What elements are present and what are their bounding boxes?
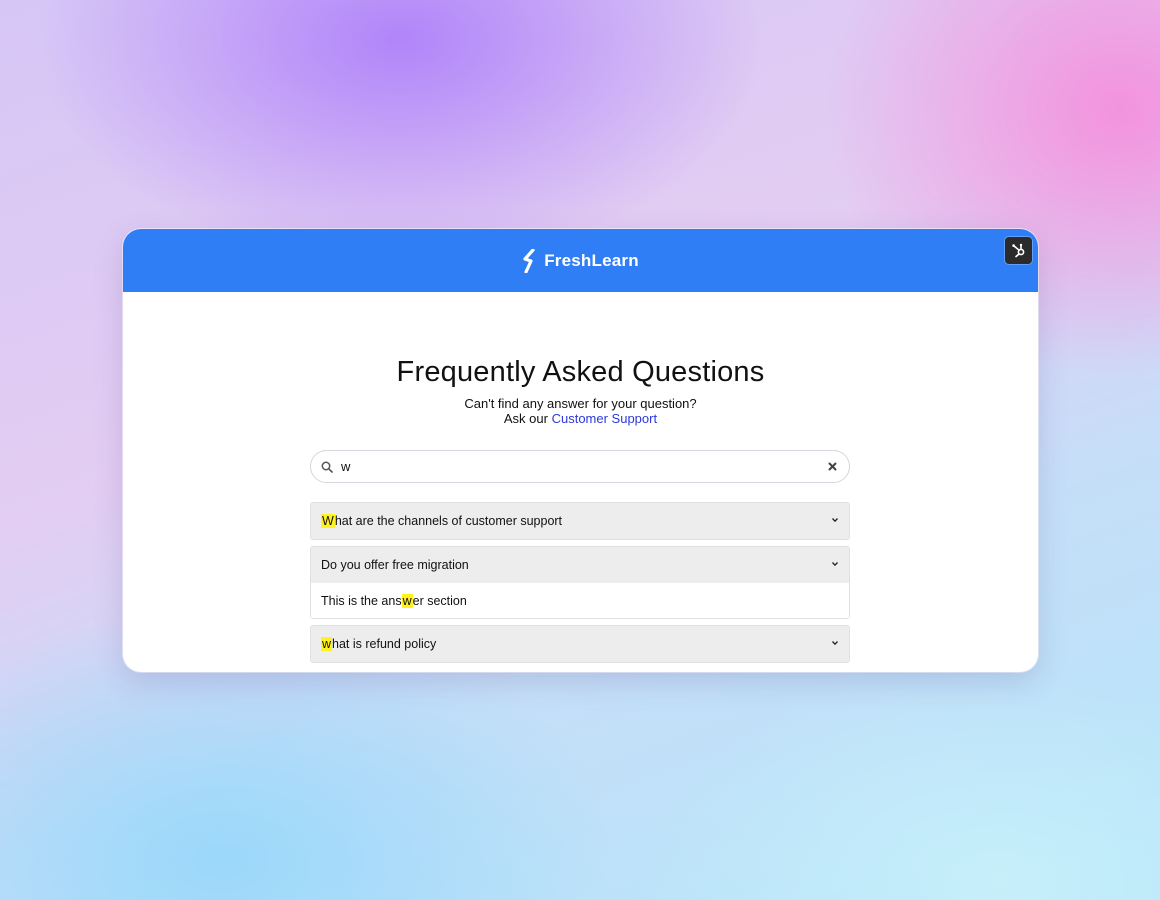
search-icon: [321, 461, 333, 473]
page-title: Frequently Asked Questions: [396, 356, 765, 388]
subtitle: Can't find any answer for your question?…: [123, 396, 1038, 426]
hubspot-icon: [1012, 243, 1025, 258]
chevron-down-icon: [832, 518, 838, 523]
search-box: [310, 450, 850, 483]
faq-item: Do you offer free migration This is the …: [310, 546, 850, 619]
faq-question: what is refund policy: [321, 637, 436, 651]
hubspot-button[interactable]: [1005, 237, 1032, 264]
search-highlight: w: [401, 593, 413, 608]
ask-our-text: Ask our: [503, 411, 548, 426]
subtitle-line: Can't find any answer for your question?: [464, 396, 697, 411]
faq-question-toggle[interactable]: What are the channels of customer suppor…: [311, 503, 849, 539]
search-highlight: w: [321, 637, 333, 651]
faq-question-toggle[interactable]: what is refund policy: [311, 626, 849, 662]
freshlearn-logo-icon: [523, 248, 535, 273]
chevron-down-icon: [832, 641, 838, 646]
faq-question-text: Do you offer free migration: [321, 558, 469, 572]
faq-item: What are the channels of customer suppor…: [310, 502, 850, 540]
brand[interactable]: FreshLearn: [522, 248, 639, 273]
faq-list: What are the channels of customer suppor…: [310, 502, 850, 669]
header-bar: FreshLearn: [123, 229, 1038, 292]
brand-name: FreshLearn: [544, 250, 639, 270]
search-input[interactable]: [339, 453, 828, 480]
faq-answer-text: er section: [412, 593, 467, 608]
customer-support-link[interactable]: Customer Support: [552, 411, 658, 426]
faq-answer: This is the ans w er section: [311, 583, 849, 618]
search-highlight: W: [321, 514, 335, 528]
faq-question-toggle[interactable]: Do you offer free migration: [311, 547, 849, 583]
faq-question-text: hat is refund policy: [332, 637, 437, 651]
faq-answer-text: This is the ans: [321, 593, 402, 608]
close-icon[interactable]: [828, 462, 837, 471]
subtitle-ask-line: Ask our Customer Support: [123, 411, 1038, 426]
chevron-down-icon: [832, 562, 838, 567]
faq-item: what is refund policy: [310, 625, 850, 663]
faq-widget-window: FreshLearn Frequently Asked Questions Ca…: [123, 229, 1038, 672]
faq-question: What are the channels of customer suppor…: [321, 514, 562, 528]
faq-question-text: hat are the channels of customer support: [334, 514, 563, 528]
